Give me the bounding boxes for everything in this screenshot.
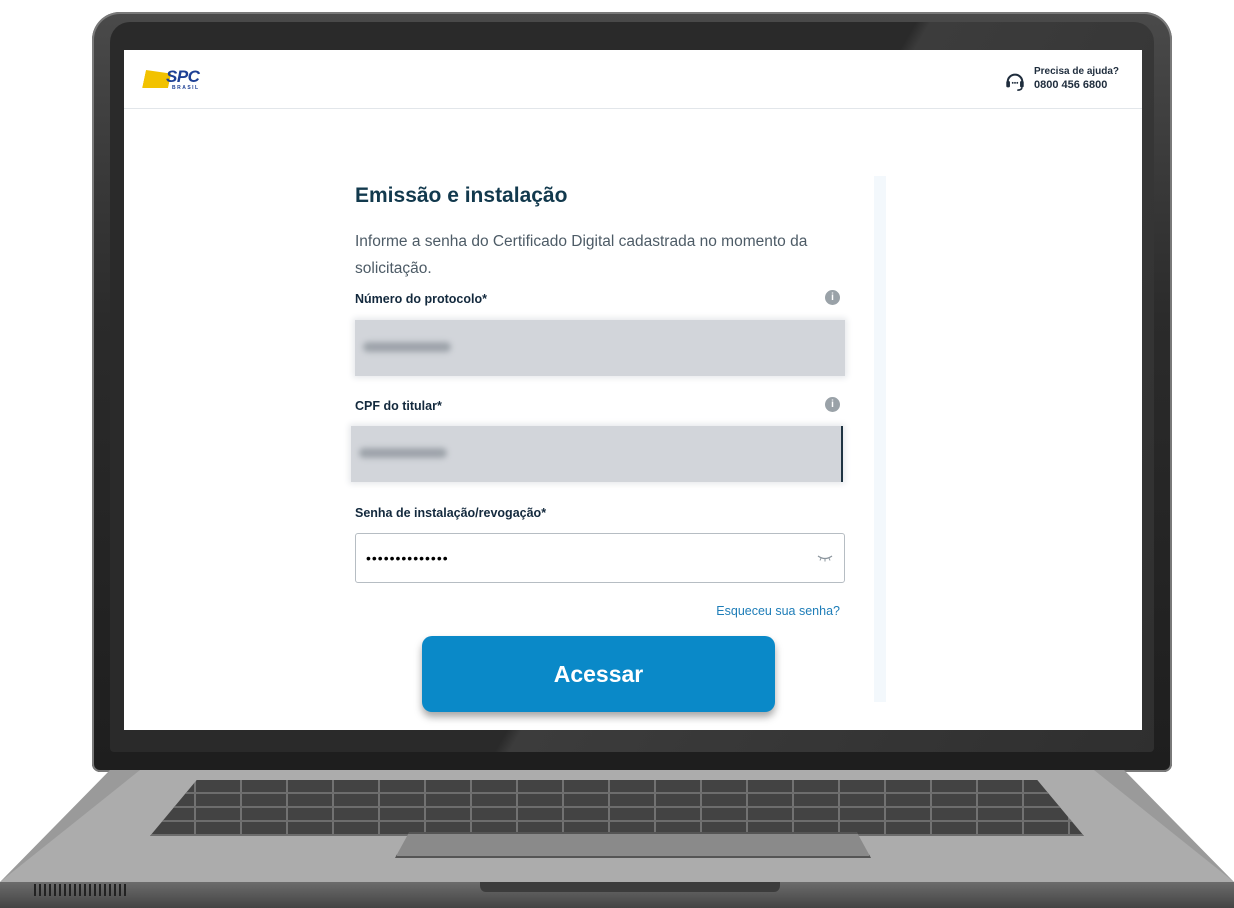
headset-icon xyxy=(1006,73,1024,91)
cpf-input[interactable] xyxy=(351,426,843,482)
app-header: SPC BRASIL Precisa de ajuda? 0800 456 68… xyxy=(124,50,1142,109)
forgot-password-link[interactable]: Esqueceu sua senha? xyxy=(716,604,840,618)
laptop-base xyxy=(0,770,1234,908)
spc-brasil-logo[interactable]: SPC BRASIL xyxy=(144,67,204,92)
logo-text: SPC xyxy=(166,67,200,86)
protocol-label: Número do protocolo* xyxy=(355,292,487,306)
help-phone: 0800 456 6800 xyxy=(1034,79,1108,91)
access-button[interactable]: Acessar xyxy=(422,636,775,712)
page-description: Informe a senha do Certificado Digital c… xyxy=(355,233,808,277)
side-panel-divider xyxy=(874,176,886,702)
cpf-input-value-redacted xyxy=(359,448,447,458)
help-title: Precisa de ajuda? xyxy=(1034,66,1120,77)
cpf-label: CPF do titular* xyxy=(355,399,442,413)
info-icon[interactable]: i xyxy=(825,397,840,412)
page-title: Emissão e instalação xyxy=(355,184,568,207)
info-icon[interactable]: i xyxy=(825,290,840,305)
password-input[interactable] xyxy=(355,533,845,583)
eye-closed-icon[interactable] xyxy=(817,554,833,562)
speaker-grill xyxy=(34,884,126,896)
laptop-keyboard-rows xyxy=(150,780,1084,836)
logo-subtext: BRASIL xyxy=(172,85,200,91)
laptop-trackpad xyxy=(395,832,871,858)
help-contact[interactable]: Precisa de ajuda? 0800 456 6800 xyxy=(1004,66,1120,96)
protocol-input-value-redacted xyxy=(363,342,451,352)
protocol-input[interactable] xyxy=(355,320,845,376)
laptop-screen: SPC BRASIL Precisa de ajuda? 0800 456 68… xyxy=(124,50,1142,730)
laptop-notch xyxy=(480,882,780,892)
password-label: Senha de instalação/revogação* xyxy=(355,506,547,520)
